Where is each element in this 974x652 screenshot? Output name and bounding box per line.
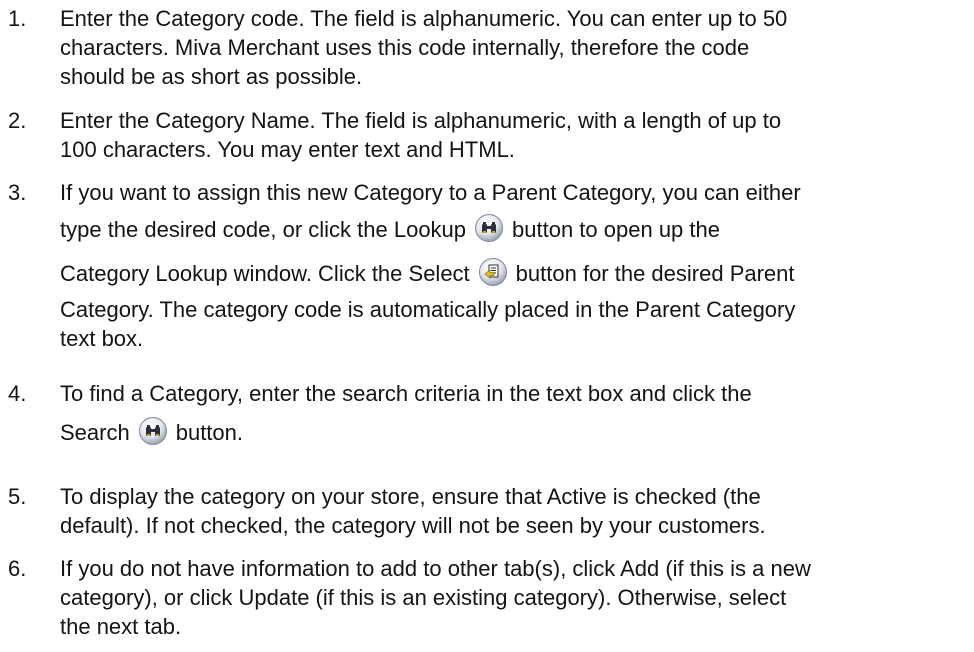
step-text-fragment: button to open up the [512, 217, 720, 242]
step-line: Category Lookup window. Click the Select [60, 255, 960, 293]
step-line: type the desired code, or click the Look… [60, 211, 960, 249]
step-text-fragment: button. [175, 420, 243, 445]
step-text: If you do not have information to add to… [60, 554, 960, 641]
instruction-list: 1. Enter the Category code. The field is… [0, 0, 974, 652]
step-line: Search button. [60, 414, 960, 452]
select-document-icon[interactable] [478, 257, 508, 287]
step-line: text box. [60, 326, 144, 351]
step-line: 100 characters. You may enter text and H… [60, 137, 515, 162]
step-line: To find a Category, enter the search cri… [60, 381, 752, 406]
step-number: 6. [8, 556, 27, 581]
step-text: To display the category on your store, e… [60, 482, 960, 540]
step-line: characters. Miva Merchant uses this code… [60, 35, 750, 60]
step-line: Enter the Category Name. The field is al… [60, 108, 782, 133]
step-number: 1. [8, 6, 27, 31]
step-line: Enter the Category code. The field is al… [60, 6, 788, 31]
binoculars-icon[interactable] [474, 213, 504, 243]
step-number: 5. [8, 484, 27, 509]
step-line: Category. The category code is automatic… [60, 297, 796, 322]
step-line: default). If not checked, the category w… [60, 513, 766, 538]
step-text-fragment: Category Lookup window. Click the Select [60, 261, 470, 286]
step-line: If you want to assign this new Category … [60, 180, 801, 205]
step-text-fragment: Search [60, 420, 130, 445]
step-text: If you want to assign this new Category … [60, 178, 960, 353]
binoculars-icon[interactable] [138, 416, 168, 446]
step-number: 2. [8, 108, 27, 133]
step-line: To display the category on your store, e… [60, 484, 761, 509]
step-text: Enter the Category code. The field is al… [60, 4, 960, 91]
step-line: category), or click Update (if this is a… [60, 585, 787, 610]
step-line: the next tab. [60, 614, 182, 639]
step-text-fragment: button for the desired Parent [515, 261, 795, 286]
step-text: Enter the Category Name. The field is al… [60, 106, 960, 164]
step-text: To find a Category, enter the search cri… [60, 379, 960, 452]
step-number: 4. [8, 381, 27, 406]
step-line: If you do not have information to add to… [60, 556, 811, 581]
step-text-fragment: type the desired code, or click the Look… [60, 217, 467, 242]
step-line: should be as short as possible. [60, 64, 363, 89]
step-number: 3. [8, 180, 27, 205]
